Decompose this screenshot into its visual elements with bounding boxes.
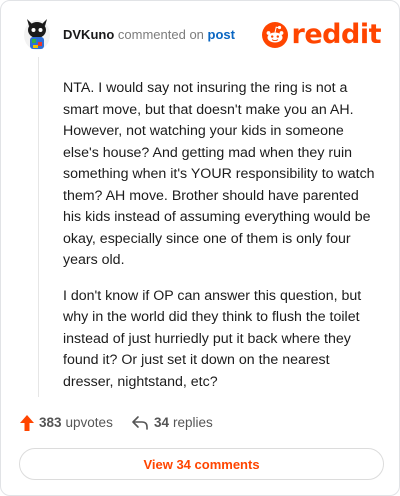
replies-stat[interactable]: 34 replies: [131, 413, 213, 433]
view-comments-button[interactable]: View 34 comments: [19, 448, 384, 480]
reddit-wordmark: reddit: [291, 19, 382, 50]
upvotes-count: 383: [39, 415, 62, 430]
replies-count: 34: [154, 415, 170, 430]
post-link[interactable]: post: [208, 27, 235, 42]
reddit-logo[interactable]: reddit: [261, 19, 382, 51]
comment-body: NTA. I would say not insuring the ring i…: [63, 78, 379, 407]
byline: DVKuno commented on post: [63, 27, 235, 43]
user-avatar[interactable]: [21, 17, 53, 53]
thread-line: [38, 57, 39, 397]
comment-paragraph-1: NTA. I would say not insuring the ring i…: [63, 80, 375, 268]
upvotes-stat[interactable]: 383 upvotes: [19, 413, 113, 433]
snoo-avatar-icon: [24, 19, 50, 50]
username-link[interactable]: DVKuno: [63, 27, 114, 42]
comment-paragraph-2: I don't know if OP can answer this quest…: [63, 287, 362, 390]
comment-header: DVKuno commented on post reddit: [21, 17, 383, 53]
byline-action-text: commented on: [117, 27, 204, 42]
reddit-snoo-icon: [261, 22, 288, 48]
comment-footer: 383 upvotes 34 replies: [19, 413, 379, 433]
arrow-up-icon: [20, 415, 34, 431]
comment-card: DVKuno commented on post reddit NTA. I w…: [0, 0, 400, 496]
upvotes-label: upvotes: [65, 415, 113, 430]
replies-label: replies: [173, 415, 213, 430]
reply-arrow-icon: [132, 416, 148, 430]
